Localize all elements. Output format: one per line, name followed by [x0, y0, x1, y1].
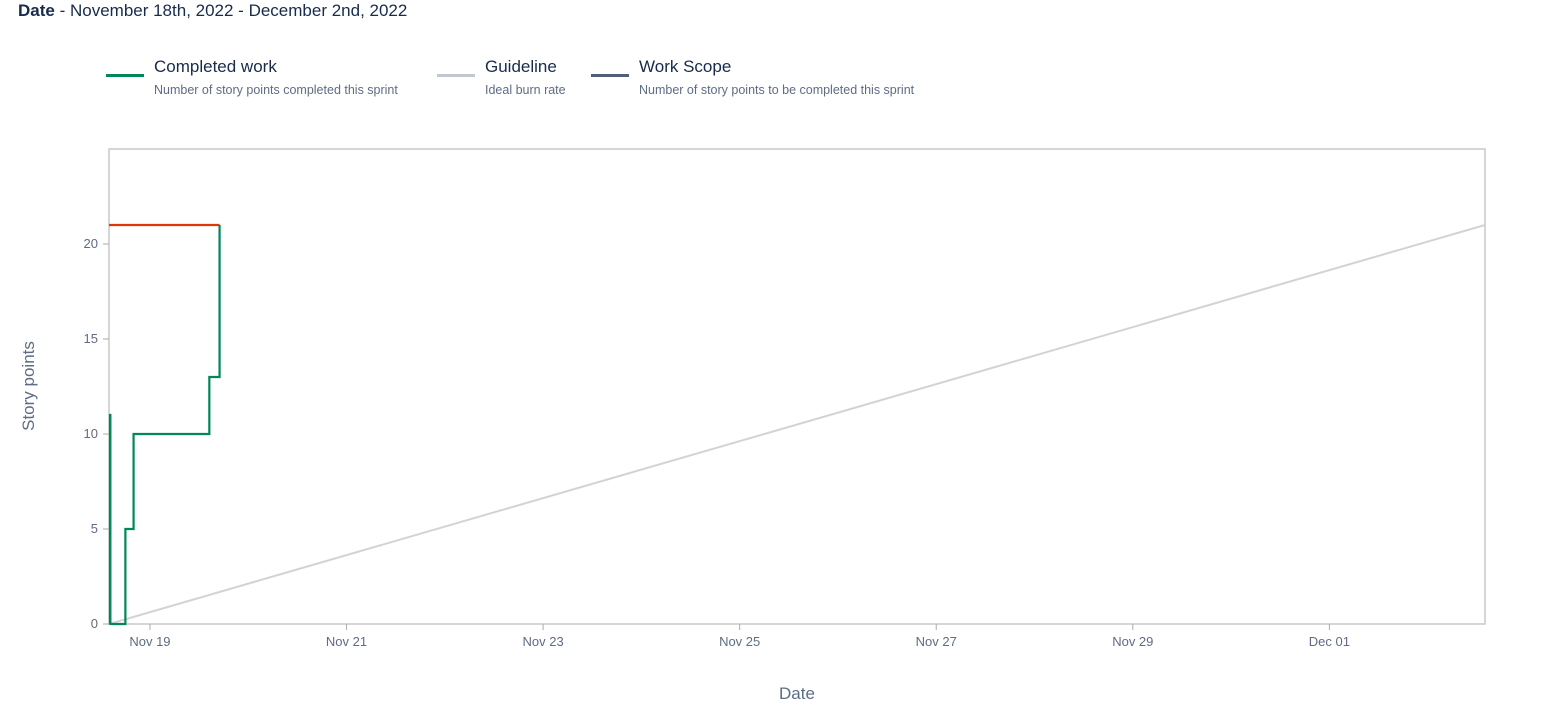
plot-frame: [108, 148, 1486, 625]
y-axis-title: Story points: [19, 341, 38, 431]
x-tick-label-nov-29: Nov 29: [1112, 634, 1153, 649]
x-tick-label-nov-21: Nov 21: [326, 634, 367, 649]
x-tick-label-nov-23: Nov 23: [522, 634, 563, 649]
y-tick-label-5: 5: [91, 521, 98, 536]
x-tick-label-nov-27: Nov 27: [916, 634, 957, 649]
series-line-guideline: [108, 224, 1486, 625]
x-tick-label-nov-25: Nov 25: [719, 634, 760, 649]
x-axis-title: Date: [779, 684, 815, 703]
y-tick-label-0: 0: [91, 616, 98, 631]
burnup-chart: 0 5 10 15 20 Nov 19 Nov 21 Nov 23 Nov 25 Nov 27 No…: [19, 148, 1486, 703]
series-line-completed-work: [108, 225, 221, 626]
x-tick-label-dec-01: Dec 01: [1309, 634, 1350, 649]
y-tick-label-15: 15: [84, 331, 98, 346]
y-tick-label-10: 10: [84, 426, 98, 441]
y-tick-label-20: 20: [84, 236, 98, 251]
x-tick-label-nov-19: Nov 19: [129, 634, 170, 649]
